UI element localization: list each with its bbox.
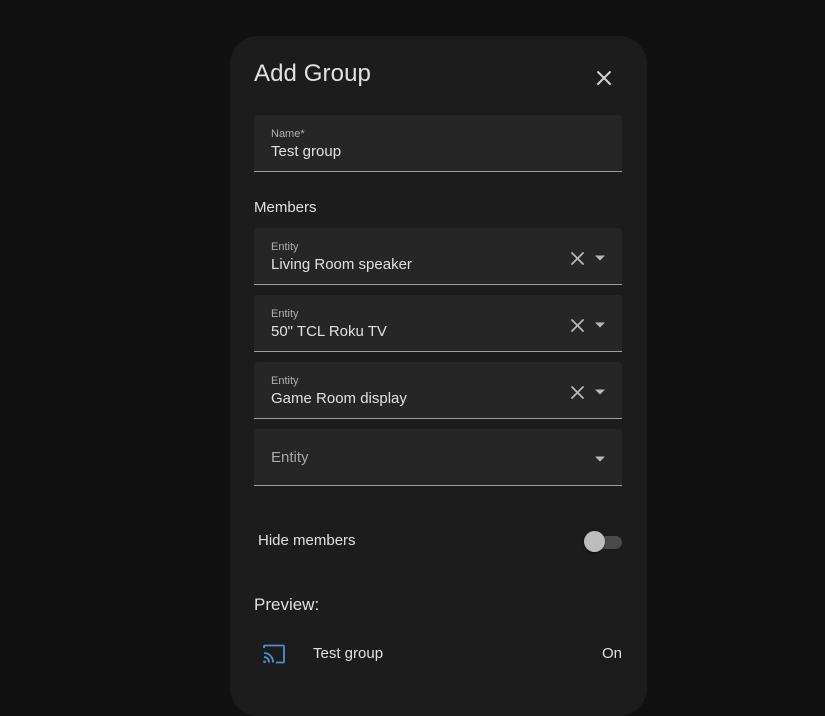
clear-icon[interactable] — [570, 251, 585, 266]
entity-picker-empty[interactable]: Entity — [254, 429, 622, 486]
clear-icon[interactable] — [570, 318, 585, 333]
cast-icon — [263, 644, 285, 664]
entity-picker-2[interactable]: Entity 50" TCL Roku TV — [254, 295, 622, 352]
members-heading: Members — [254, 199, 317, 216]
name-field-value[interactable]: Test group — [271, 143, 341, 160]
entity-picker-3[interactable]: Entity Game Room display — [254, 362, 622, 419]
preview-heading: Preview: — [254, 595, 320, 614]
chevron-down-icon[interactable] — [594, 388, 606, 396]
chevron-down-icon[interactable] — [594, 455, 606, 463]
preview-entity-name: Test group — [313, 645, 384, 662]
entity-picker-1[interactable]: Entity Living Room speaker — [254, 228, 622, 285]
close-button[interactable] — [591, 65, 617, 91]
clear-icon[interactable] — [570, 385, 585, 400]
preview-entity-state: On — [601, 645, 622, 662]
entity-picker-placeholder[interactable]: Entity — [271, 449, 309, 466]
entity-picker-label: Entity — [271, 308, 299, 320]
name-field-label: Name* — [271, 128, 305, 140]
entity-picker-value[interactable]: Game Room display — [271, 390, 407, 407]
chevron-down-icon[interactable] — [594, 321, 606, 329]
close-icon — [597, 71, 611, 85]
entity-picker-label: Entity — [271, 375, 299, 387]
hide-members-toggle[interactable] — [584, 530, 622, 554]
entity-picker-value[interactable]: Living Room speaker — [271, 256, 412, 273]
preview-entity-row[interactable]: Test group On — [254, 636, 622, 672]
add-group-dialog: Add Group Name* Test group Members Entit… — [230, 36, 647, 716]
name-field[interactable]: Name* Test group — [254, 115, 622, 172]
toggle-thumb — [584, 531, 605, 552]
dialog-title: Add Group — [254, 60, 371, 87]
entity-picker-label: Entity — [271, 241, 299, 253]
chevron-down-icon[interactable] — [594, 254, 606, 262]
entity-picker-value[interactable]: 50" TCL Roku TV — [271, 323, 387, 340]
hide-members-label: Hide members — [258, 532, 356, 549]
